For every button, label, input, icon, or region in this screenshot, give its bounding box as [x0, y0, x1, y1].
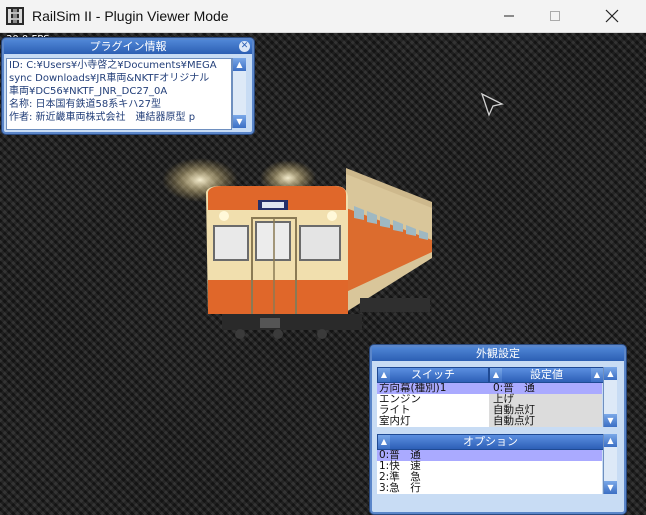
plugin-info-title-bar[interactable]: プラグイン情報 ✕ [4, 40, 252, 54]
scroll-down-icon[interactable]: ▼ [604, 414, 617, 427]
maximize-button[interactable] [532, 0, 578, 32]
switch-list-scrollbar[interactable]: ▲ ▼ [603, 367, 617, 427]
scroll-up-icon[interactable]: ▲ [233, 58, 246, 71]
close-button[interactable] [588, 0, 636, 32]
mouse-cursor-icon [480, 92, 504, 117]
plugin-info-line: 作者: 新近畿車両株式会社 連結器原型 p [9, 112, 196, 123]
scroll-down-icon[interactable]: ▼ [233, 115, 246, 128]
appearance-title: 外観設定 [476, 347, 520, 360]
plugin-info-line: 車両¥DC56¥NKTF_JNR_DC27_0A [9, 86, 168, 97]
option-row[interactable]: 3:急 行 [377, 483, 602, 494]
plugin-info-line: sync Downloads¥JR車両&NKTFオリジナル [9, 73, 210, 84]
minimize-button[interactable] [486, 0, 532, 32]
plugin-info-line: ID: C:¥Users¥小寺啓之¥Documents¥MEGA [9, 60, 217, 71]
scroll-up-icon[interactable]: ▲ [604, 434, 617, 447]
value-column-header[interactable]: ▲ 設定値 ▲ [489, 367, 604, 383]
train-model [162, 158, 432, 339]
plugin-info-line: 名称: 日本国有鉄道58系キハ27型 [9, 99, 161, 110]
option-label: 3:急 行 [379, 482, 421, 494]
plugin-info-text: ID: C:¥Users¥小寺啓之¥Documents¥MEGA sync Do… [6, 58, 232, 130]
option-list[interactable]: 0:普 通 1:快 速 2:準 急 3:急 行 [377, 450, 602, 494]
switch-header-label: スイッチ [411, 368, 455, 381]
sort-left-icon: ▲ [378, 435, 390, 449]
sort-left-icon: ▲ [378, 368, 390, 382]
appearance-title-bar[interactable]: 外観設定 [372, 347, 624, 361]
switch-name: 室内灯 [379, 415, 411, 427]
option-header-label: オプション [463, 435, 518, 448]
plugin-info-scrollbar[interactable]: ▲ ▼ [232, 58, 246, 128]
close-icon [605, 9, 619, 23]
scroll-down-icon[interactable]: ▼ [604, 481, 617, 494]
minimize-icon [504, 15, 514, 17]
appearance-settings-panel[interactable]: 外観設定 ▲ スイッチ ▲ 設定値 ▲ 方向幕(種別)1 0:普 通 エンジン … [370, 345, 626, 514]
switch-list[interactable]: 方向幕(種別)1 0:普 通 エンジン 上げ ライト 自動点灯 室内灯 自動点灯 [377, 383, 602, 427]
plugin-info-title: プラグイン情報 [89, 40, 167, 53]
panel-close-icon[interactable]: ✕ [239, 41, 250, 52]
railsim-app-icon [6, 7, 24, 25]
window-title: RailSim II - Plugin Viewer Mode [32, 8, 229, 24]
sort-right-icon: ▲ [591, 368, 603, 382]
plugin-info-panel[interactable]: プラグイン情報 ✕ ID: C:¥Users¥小寺啓之¥Documents¥ME… [2, 38, 254, 134]
title-bar[interactable]: RailSim II - Plugin Viewer Mode [0, 0, 646, 33]
sort-left-icon: ▲ [490, 368, 502, 382]
maximize-icon [550, 11, 560, 21]
value-header-label: 設定値 [530, 368, 563, 381]
scroll-up-icon[interactable]: ▲ [604, 367, 617, 380]
app-window: RailSim II - Plugin Viewer Mode 30.0 FPS [0, 0, 646, 515]
switch-value: 自動点灯 [493, 415, 535, 427]
option-list-scrollbar[interactable]: ▲ ▼ [603, 434, 617, 494]
switch-column-header[interactable]: ▲ スイッチ [377, 367, 489, 383]
option-header[interactable]: ▲ オプション [377, 434, 604, 450]
switch-row[interactable]: 室内灯 自動点灯 [377, 416, 602, 427]
switch-row[interactable]: エンジン 上げ [377, 394, 602, 405]
